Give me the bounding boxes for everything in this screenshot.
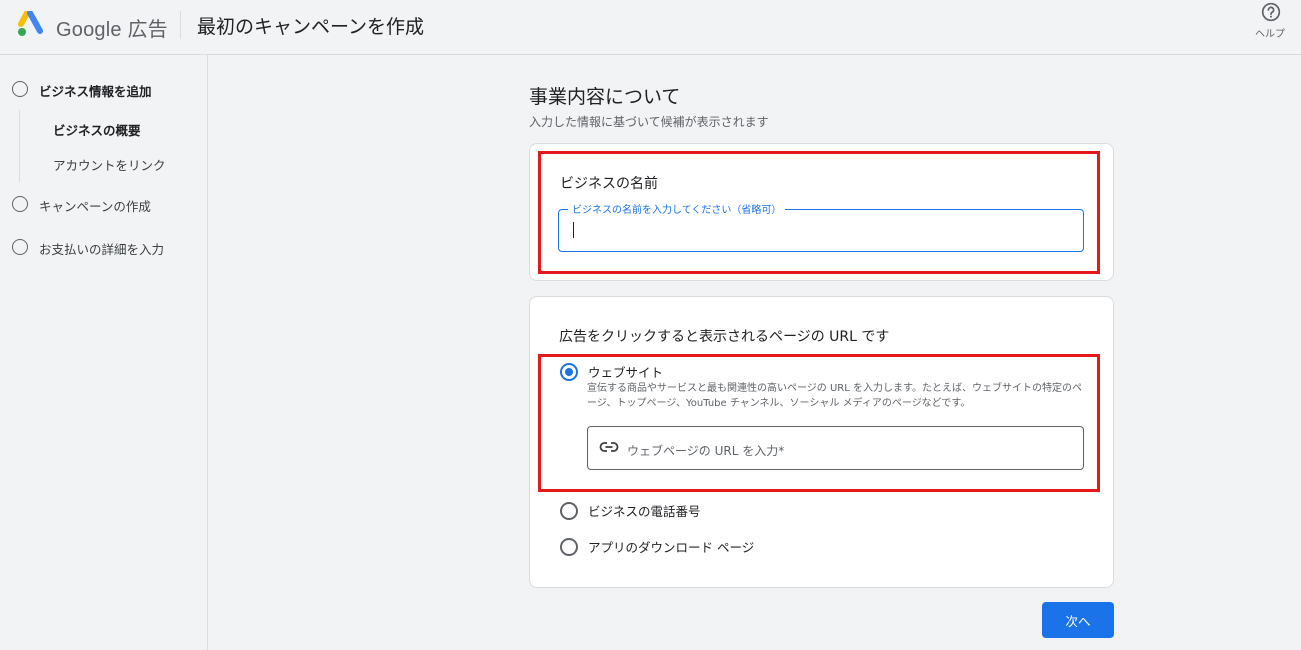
app-header: Google 広告 最初のキャンペーンを作成 ヘルプ	[0, 0, 1301, 55]
help-label: ヘルプ	[1255, 29, 1285, 40]
section-title: 事業内容について	[529, 86, 681, 108]
substep-link-account[interactable]: アカウントをリンク	[53, 155, 166, 174]
radio-business-phone-label[interactable]: ビジネスの電話番号	[588, 501, 701, 520]
radio-business-phone[interactable]	[560, 502, 578, 520]
step-label: お支払いの詳細を入力	[39, 242, 165, 257]
landing-url-heading: 広告をクリックすると表示されるページの URL です	[559, 329, 890, 345]
header-divider	[180, 11, 181, 39]
substep-business-overview[interactable]: ビジネスの概要	[53, 120, 141, 139]
radio-app-download[interactable]	[560, 538, 578, 556]
help-button[interactable]: ヘルプ	[1250, 2, 1290, 42]
step-label: ビジネス情報を追加	[39, 84, 152, 99]
page-title: 最初のキャンペーンを作成	[197, 16, 425, 38]
step-circle-icon	[12, 239, 28, 255]
step-circle-icon	[12, 81, 28, 97]
substep-connector	[19, 110, 20, 182]
google-ads-logo-icon	[18, 11, 43, 36]
highlight-box-business-name	[538, 151, 1100, 274]
highlight-box-website	[538, 354, 1100, 492]
progress-sidebar: ビジネス情報を追加 ビジネスの概要 アカウントをリンク キャンペーンの作成 お支…	[0, 55, 208, 650]
help-icon	[1261, 2, 1281, 22]
radio-app-download-label[interactable]: アプリのダウンロード ページ	[588, 537, 754, 556]
brand-name: Google 広告	[56, 19, 168, 41]
step-circle-icon	[12, 196, 28, 212]
step-label: キャンペーンの作成	[39, 199, 151, 214]
section-subtitle: 入力した情報に基づいて候補が表示されます	[529, 115, 769, 129]
next-button[interactable]: 次へ	[1042, 602, 1114, 638]
